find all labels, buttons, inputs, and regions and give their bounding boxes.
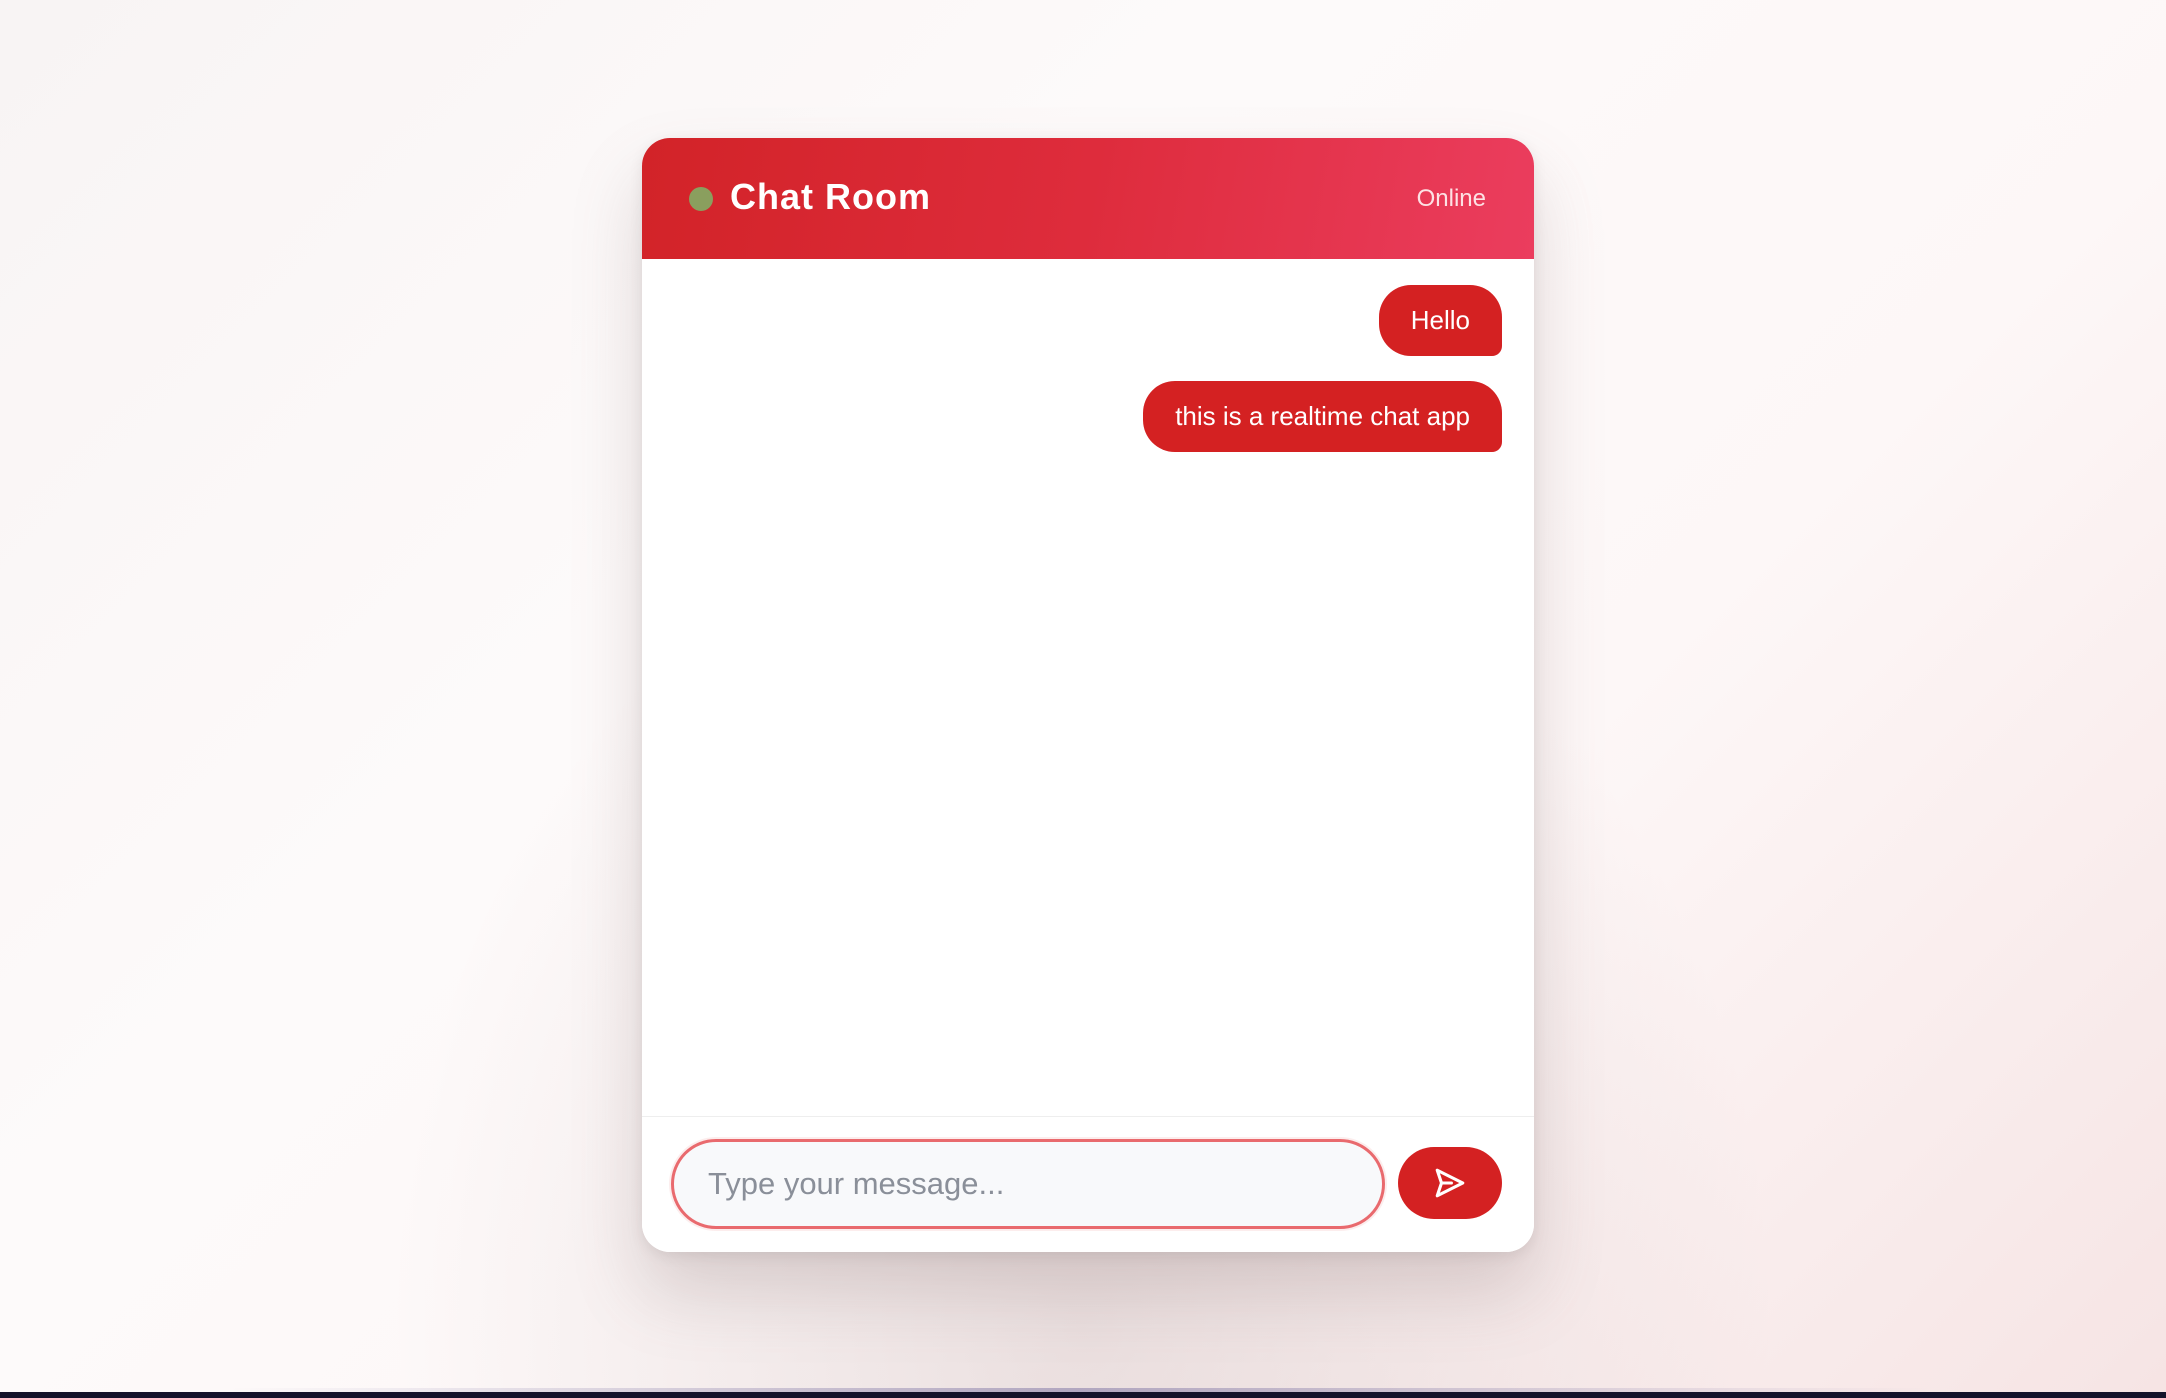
room-title: Chat Room — [730, 176, 931, 217]
taskbar-edge — [0, 1392, 2166, 1398]
online-status-dot — [689, 187, 713, 211]
message-composer — [642, 1116, 1534, 1252]
send-button[interactable] — [1398, 1147, 1502, 1219]
message-list[interactable]: Hello this is a realtime chat app — [642, 259, 1534, 1252]
connection-status: Online — [1416, 185, 1486, 212]
chat-window: Chat Room Online Hello this is a realtim… — [642, 138, 1534, 1252]
message-bubble: this is a realtime chat app — [1143, 381, 1502, 452]
chat-header: Chat Room Online — [642, 138, 1534, 259]
message-bubble: Hello — [1378, 285, 1502, 356]
message-input[interactable] — [671, 1139, 1385, 1229]
send-icon — [1435, 1168, 1465, 1198]
